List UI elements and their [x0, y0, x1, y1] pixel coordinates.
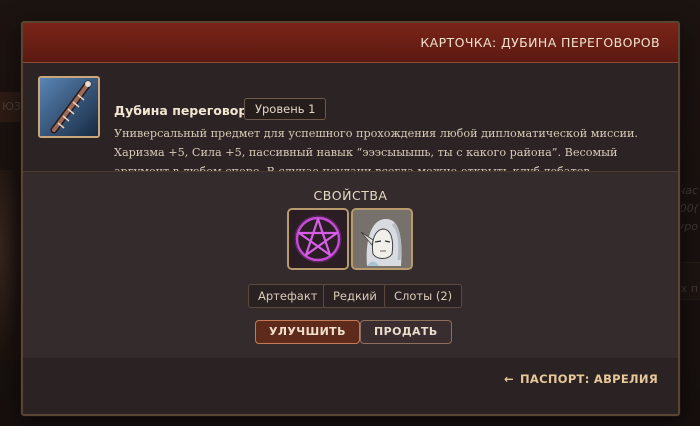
item-name: Дубина переговоров — [114, 103, 264, 118]
tag-slots: Слоты (2) — [384, 284, 463, 308]
modal-header: КАРТОЧКА: ДУБИНА ПЕРЕГОВОРОВ — [23, 23, 678, 63]
passport-link[interactable]: ← ПАСПОРТ: АВРЕЛИЯ — [504, 372, 658, 386]
properties-section: СВОЙСТВА Артефакт Редкий Слоты (2) УЛУЧШ… — [23, 172, 678, 358]
arrow-left-icon: ← — [504, 372, 514, 386]
tag-rarity: Редкий — [323, 284, 387, 308]
item-summary: Дубина переговоров Уровень 1 Универсальн… — [23, 63, 678, 178]
tag-artifact: Артефакт — [248, 284, 328, 308]
elf-portrait-icon[interactable] — [351, 208, 413, 270]
item-card-modal: КАРТОЧКА: ДУБИНА ПЕРЕГОВОРОВ Дубина пере… — [21, 21, 680, 416]
sell-button[interactable]: ПРОДАТЬ — [360, 320, 452, 344]
pentagram-icon[interactable] — [287, 208, 349, 270]
modal-footer: ← ПАСПОРТ: АВРЕЛИЯ — [23, 358, 678, 414]
club-weapon-icon — [38, 76, 100, 138]
upgrade-button[interactable]: УЛУЧШИТЬ — [255, 320, 360, 344]
modal-title: КАРТОЧКА: ДУБИНА ПЕРЕГОВОРОВ — [420, 35, 660, 50]
properties-title: СВОЙСТВА — [313, 188, 388, 203]
passport-link-label: ПАСПОРТ: АВРЕЛИЯ — [519, 372, 658, 386]
level-badge: Уровень 1 — [244, 98, 327, 120]
